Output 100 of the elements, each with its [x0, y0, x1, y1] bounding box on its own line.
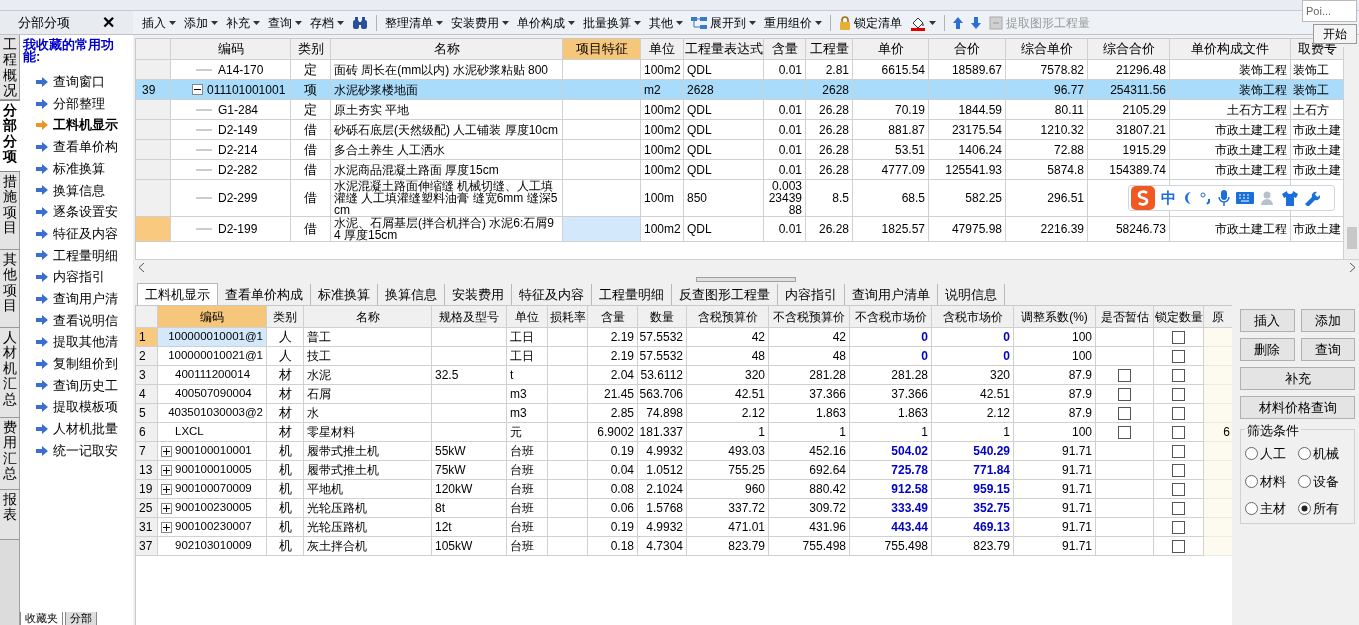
column-header[interactable]: 含税预算价 — [687, 306, 769, 328]
column-header[interactable]: 规格及型号 — [432, 306, 507, 328]
toolbar-menu-button[interactable]: 插入 — [139, 13, 179, 32]
nav-tab[interactable]: 其他项目 — [0, 250, 19, 328]
favorite-item[interactable]: 逐条设置安 — [20, 201, 133, 223]
down-arrow-icon[interactable] — [971, 16, 981, 29]
vertical-scrollbar[interactable] — [1343, 47, 1359, 259]
favorite-item[interactable]: 复制组价到 — [20, 352, 133, 375]
checkbox[interactable] — [1172, 425, 1185, 439]
checkbox[interactable] — [1118, 406, 1131, 420]
expand-toggle[interactable] — [161, 483, 172, 495]
detail-tab[interactable]: 工料机显示 — [137, 283, 218, 305]
column-header[interactable]: 项目特征 — [563, 39, 641, 60]
column-header[interactable]: 锁定数量 — [1154, 306, 1204, 328]
nav-tab[interactable]: 报表 — [0, 490, 19, 540]
panel-tab[interactable]: 分部 — [65, 612, 97, 625]
side-button[interactable]: 插入 — [1240, 309, 1295, 332]
column-header[interactable]: 损耗率 — [548, 306, 588, 328]
wrench-icon[interactable] — [1304, 190, 1320, 206]
column-header[interactable]: 编码 — [158, 306, 267, 328]
toolbar-menu-button[interactable]: 批量换算 — [580, 13, 644, 32]
panel-tab[interactable]: 收藏夹 — [20, 612, 63, 625]
microphone-icon[interactable] — [1218, 190, 1230, 206]
favorite-item[interactable]: 查询用户清 — [20, 287, 133, 310]
expand-toggle[interactable] — [161, 445, 172, 457]
checkbox[interactable] — [1172, 330, 1185, 344]
column-header[interactable]: 不含税市场价 — [850, 306, 932, 328]
filter-radio[interactable]: 人工 — [1245, 444, 1298, 464]
filter-radio[interactable]: 主材 — [1245, 499, 1298, 519]
checkbox[interactable] — [1172, 368, 1185, 382]
filter-radio[interactable]: 所有 — [1297, 499, 1350, 519]
toolbar-menu-button[interactable]: 其他 — [646, 13, 686, 32]
favorite-item[interactable]: 标准换算 — [20, 157, 133, 180]
splitter-handle[interactable] — [696, 276, 796, 282]
favorite-item[interactable]: 人材机批量 — [20, 418, 133, 440]
favorite-item[interactable]: 换算信息 — [20, 179, 133, 202]
side-button[interactable]: 补充 — [1240, 367, 1355, 390]
toolbar-menu-button[interactable]: 展开到 — [688, 13, 759, 32]
filter-radio[interactable]: 设备 — [1297, 471, 1350, 491]
nav-tab[interactable]: 人材机汇总 — [0, 328, 19, 418]
checkbox[interactable] — [1118, 368, 1131, 382]
shirt-icon[interactable] — [1282, 190, 1298, 206]
collapse-toggle[interactable] — [192, 84, 203, 95]
close-button[interactable]: ✕ — [102, 14, 115, 31]
punctuation-icon[interactable] — [1200, 191, 1212, 205]
toolbar-menu-button[interactable]: 添加 — [181, 13, 221, 32]
horizontal-scrollbar[interactable] — [135, 259, 1359, 275]
side-button[interactable]: 查询 — [1300, 338, 1355, 361]
favorite-item[interactable]: 内容指引 — [20, 266, 133, 288]
column-header[interactable]: 含税市场价 — [932, 306, 1014, 328]
column-header[interactable]: 是否暂估 — [1096, 306, 1154, 328]
expand-toggle[interactable] — [161, 502, 172, 514]
favorite-item[interactable]: 工料机显示 — [20, 114, 133, 137]
nav-tab[interactable]: 工程概况 — [0, 35, 19, 100]
s-logo-icon[interactable] — [1131, 186, 1155, 210]
favorite-item[interactable]: 提取其他清 — [20, 331, 133, 353]
expand-toggle[interactable] — [161, 464, 172, 476]
favorite-item[interactable]: 统一记取安 — [20, 439, 133, 462]
checkbox[interactable] — [1118, 425, 1131, 439]
filter-radio[interactable]: 材料 — [1245, 471, 1298, 491]
favorite-item[interactable]: 提取模板项 — [20, 396, 133, 418]
search-field[interactable]: Poi... — [1302, 0, 1357, 22]
favorite-item[interactable]: 查看单价构 — [20, 136, 133, 158]
checkbox[interactable] — [1172, 349, 1185, 363]
column-header[interactable]: 调整系数(%) — [1014, 306, 1096, 328]
checkbox[interactable] — [1172, 463, 1185, 477]
favorite-item[interactable]: 查询历史工 — [20, 374, 133, 397]
toolbar-menu-button[interactable]: 重用组价 — [761, 13, 825, 32]
start-button[interactable]: 开始 — [1313, 24, 1357, 44]
column-header[interactable]: 单位 — [507, 306, 548, 328]
toolbar-menu-button[interactable]: 查询 — [265, 13, 305, 32]
checkbox[interactable] — [1172, 444, 1185, 458]
checkbox[interactable] — [1172, 520, 1185, 534]
nav-tab[interactable]: 措施项目 — [0, 172, 19, 250]
side-button[interactable]: 删除 — [1240, 338, 1295, 361]
favorite-item[interactable]: 分部整理 — [20, 92, 133, 115]
favorite-item[interactable]: 特征及内容 — [20, 222, 133, 245]
checkbox[interactable] — [1172, 501, 1185, 515]
favorite-item[interactable]: 查看说明信 — [20, 309, 133, 332]
side-button[interactable]: 添加 — [1300, 309, 1355, 332]
favorite-item[interactable]: 查询窗口 — [20, 71, 133, 93]
toolbar-menu-button[interactable]: 安装费用 — [448, 13, 512, 32]
nav-tab[interactable]: 分部分项 — [0, 100, 20, 172]
favorite-item[interactable]: 工程量明细 — [20, 244, 133, 267]
up-arrow-icon[interactable] — [953, 16, 963, 29]
expand-toggle[interactable] — [161, 521, 172, 533]
column-header[interactable]: 不含税预算价 — [769, 306, 850, 328]
filter-radio[interactable]: 机械 — [1297, 444, 1350, 464]
checkbox[interactable] — [1172, 406, 1185, 420]
column-header[interactable]: 数量 — [638, 306, 687, 328]
toolbar-menu-button[interactable]: 单价构成 — [514, 13, 578, 32]
column-header[interactable]: 含量 — [588, 306, 638, 328]
checkbox[interactable] — [1172, 387, 1185, 401]
toolbar-menu-button[interactable]: 补充 — [223, 13, 263, 32]
side-button[interactable]: 材料价格查询 — [1240, 396, 1355, 419]
checkbox[interactable] — [1118, 387, 1131, 401]
checkbox[interactable] — [1172, 539, 1185, 553]
column-header[interactable]: 类别 — [267, 306, 304, 328]
toolbar-button[interactable]: 锁定清单 — [836, 13, 905, 32]
checkbox[interactable] — [1172, 482, 1185, 496]
